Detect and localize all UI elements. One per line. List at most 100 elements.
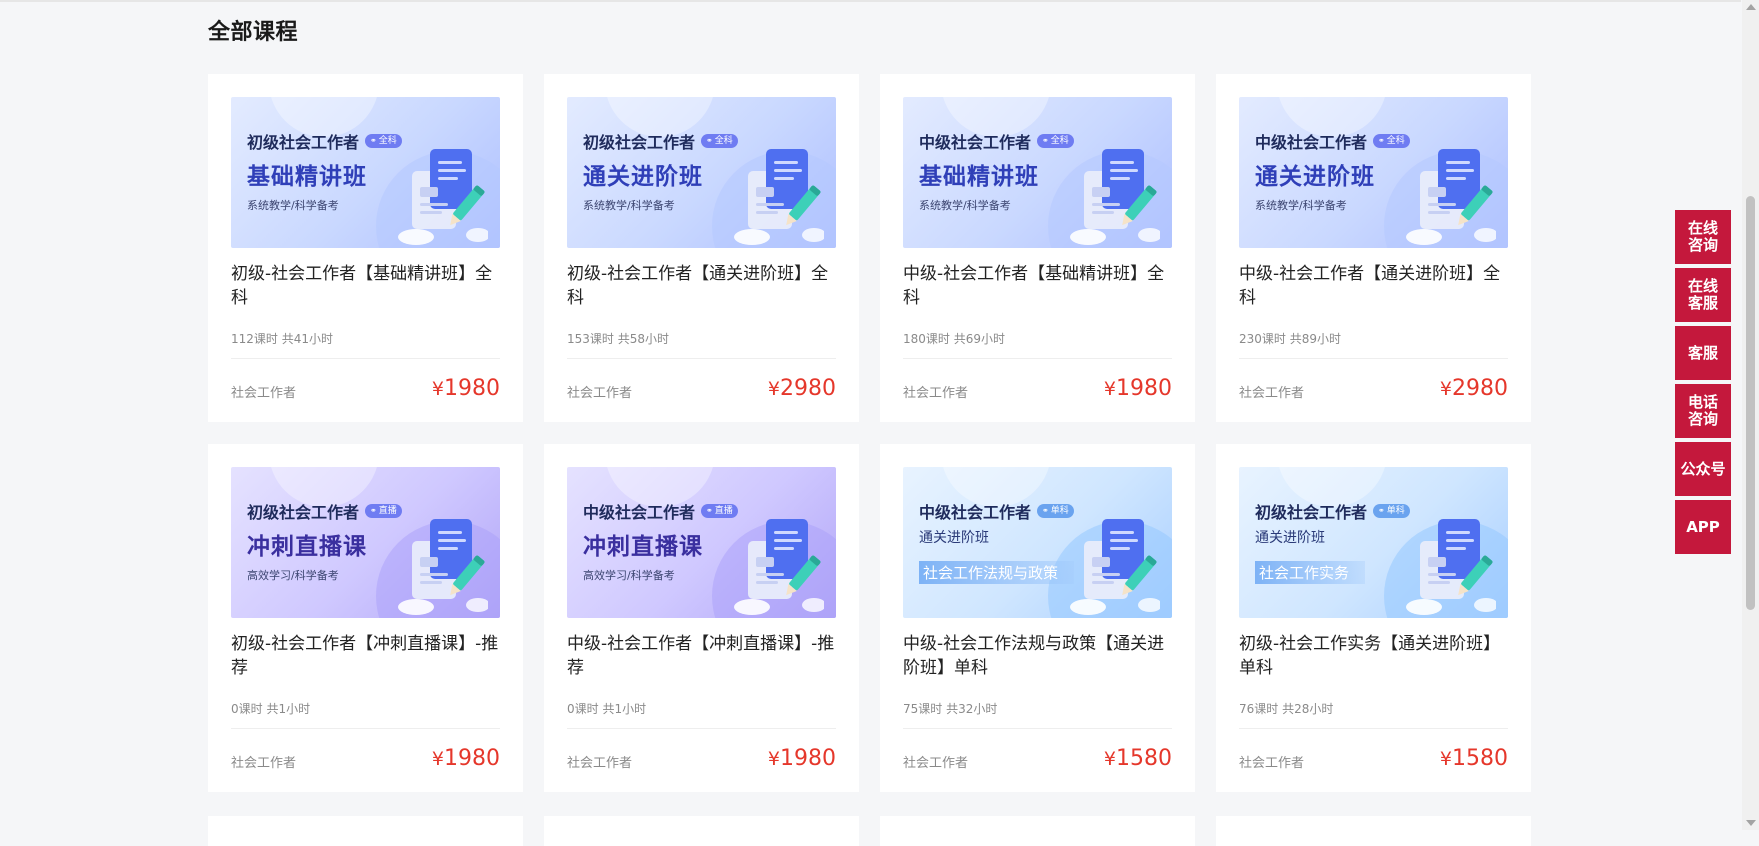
course-card[interactable]: 中级社会工作者 ⚭ 全科 通关进阶班 系统教学/科学备考 中级-社会工作者【通关进…	[1216, 74, 1531, 422]
thumb-slogan: 高效学习/科学备考	[247, 569, 339, 582]
scroll-down-icon[interactable]	[1746, 820, 1756, 826]
phone-consult-button[interactable]: 电话 咨询	[1675, 384, 1731, 438]
course-card[interactable]: 初级社会工作者 ⚭ 全科 基础精讲班 系统教学/科学备考 初级-社会工作者【基础精…	[208, 74, 523, 422]
thumb-tag-text: 单科	[1386, 506, 1405, 516]
thumb-class-name: 基础精讲班	[247, 164, 367, 190]
course-thumbnail[interactable]: 初级社会工作者 ⚭ 全科 通关进阶班 系统教学/科学备考	[567, 97, 836, 248]
thumb-slogan: 系统教学/科学备考	[247, 199, 339, 212]
course-thumbnail[interactable]: 初级社会工作者 ⚭ 单科 通关进阶班 社会工作实务	[1239, 467, 1508, 618]
course-thumbnail[interactable]: 中级社会工作者 ⚭ 直播 冲刺直播课 高效学习/科学备考	[567, 467, 836, 618]
thumb-class-name: 通关进阶班	[1255, 164, 1375, 190]
course-title[interactable]: 中级-社会工作法规与政策【通关进阶班】单科	[903, 632, 1172, 680]
card-divider	[231, 728, 500, 729]
scrollbar[interactable]	[1742, 0, 1759, 830]
document-pen-icon	[1070, 149, 1160, 245]
thumb-level-text: 初级社会工作者	[583, 133, 696, 152]
course-hours: 75课时 共32小时	[903, 702, 998, 716]
thumb-tag: ⚭ 直播	[701, 504, 738, 518]
thumb-tag: ⚭ 全科	[365, 134, 402, 148]
thumb-tag-text: 直播	[714, 506, 733, 516]
card-divider	[231, 358, 500, 359]
app-button[interactable]: APP	[1675, 500, 1731, 554]
course-price: ¥1980	[432, 747, 500, 771]
price-value: 2980	[1452, 376, 1508, 401]
course-thumbnail[interactable]: 初级社会工作者 ⚭ 直播 冲刺直播课 高效学习/科学备考	[231, 467, 500, 618]
course-thumbnail[interactable]: 中级社会工作者 ⚭ 单科 通关进阶班 社会工作法规与政策	[903, 467, 1172, 618]
thumb-class-name: 通关进阶班	[583, 164, 703, 190]
course-title[interactable]: 初级-社会工作者【基础精讲班】全科	[231, 262, 500, 310]
price-value: 1980	[780, 746, 836, 771]
thumb-tag: ⚭ 全科	[1373, 134, 1410, 148]
thumb-tag-text: 单科	[1050, 506, 1069, 516]
course-hours: 153课时 共58小时	[567, 332, 669, 346]
course-price: ¥1580	[1440, 747, 1508, 771]
course-price: ¥1980	[768, 747, 836, 771]
course-category: 社会工作者	[903, 756, 969, 771]
thumb-level: 中级社会工作者 ⚭ 单科	[919, 499, 1074, 523]
course-category: 社会工作者	[567, 386, 633, 401]
course-card[interactable]: 初级社会工作者 ⚭ 直播 冲刺直播课 高效学习/科学备考 初级-社会工作者【冲刺直…	[208, 444, 523, 792]
thumb-subject: 社会工作实务	[1255, 561, 1366, 584]
course-title[interactable]: 中级-社会工作者【冲刺直播课】-推荐	[567, 632, 836, 680]
thumb-level: 中级社会工作者 ⚭ 全科	[919, 129, 1074, 153]
headphone-icon: ⚭	[370, 506, 377, 515]
course-category: 社会工作者	[1239, 756, 1305, 771]
course-price: ¥2980	[1440, 377, 1508, 401]
course-card-partial[interactable]	[1216, 816, 1531, 846]
course-card[interactable]: 中级社会工作者 ⚭ 单科 通关进阶班 社会工作法规与政策 中级-社会工作法规与政策…	[880, 444, 1195, 792]
top-divider	[0, 0, 1741, 2]
price-value: 1980	[1116, 376, 1172, 401]
course-card[interactable]: 中级社会工作者 ⚭ 全科 基础精讲班 系统教学/科学备考 中级-社会工作者【基础精…	[880, 74, 1195, 422]
currency-symbol: ¥	[1103, 748, 1116, 770]
sidebar-button-label: 客服	[1687, 343, 1718, 362]
course-title[interactable]: 中级-社会工作者【基础精讲班】全科	[903, 262, 1172, 310]
course-hours: 0课时 共1小时	[231, 702, 311, 716]
card-divider	[1239, 728, 1508, 729]
thumb-class-name: 冲刺直播课	[247, 534, 367, 560]
course-thumbnail[interactable]: 中级社会工作者 ⚭ 全科 基础精讲班 系统教学/科学备考	[903, 97, 1172, 248]
scroll-up-icon[interactable]	[1746, 4, 1756, 10]
course-card-partial[interactable]	[880, 816, 1195, 846]
headphone-icon: ⚭	[1042, 506, 1049, 515]
scrollbar-thumb[interactable]	[1746, 196, 1755, 610]
headphone-icon: ⚭	[706, 136, 713, 145]
customer-service-button[interactable]: 客服	[1675, 326, 1731, 380]
course-title[interactable]: 初级-社会工作实务【通关进阶班】单科	[1239, 632, 1508, 680]
course-card[interactable]: 中级社会工作者 ⚭ 直播 冲刺直播课 高效学习/科学备考 中级-社会工作者【冲刺直…	[544, 444, 859, 792]
course-card-partial[interactable]	[544, 816, 859, 846]
course-title[interactable]: 初级-社会工作者【通关进阶班】全科	[567, 262, 836, 310]
price-value: 1580	[1116, 746, 1172, 771]
document-pen-icon	[398, 519, 488, 615]
course-category: 社会工作者	[567, 756, 633, 771]
currency-symbol: ¥	[767, 748, 780, 770]
thumb-tag: ⚭ 全科	[1037, 134, 1074, 148]
course-card[interactable]: 初级社会工作者 ⚭ 单科 通关进阶班 社会工作实务 初级-社会工作实务【通关进阶班…	[1216, 444, 1531, 792]
course-title[interactable]: 中级-社会工作者【通关进阶班】全科	[1239, 262, 1508, 310]
course-category: 社会工作者	[1239, 386, 1305, 401]
thumb-tag-text: 全科	[378, 136, 397, 146]
course-card-partial[interactable]	[208, 816, 523, 846]
thumb-tag: ⚭ 单科	[1037, 504, 1074, 518]
thumb-class-name: 通关进阶班	[1255, 530, 1325, 546]
online-consult-button[interactable]: 在线 咨询	[1675, 210, 1731, 264]
thumb-level: 中级社会工作者 ⚭ 全科	[1255, 129, 1410, 153]
price-value: 2980	[780, 376, 836, 401]
official-account-button[interactable]: 公众号	[1675, 442, 1731, 496]
card-footer: 社会工作者 ¥1980	[567, 747, 836, 772]
card-divider	[903, 358, 1172, 359]
card-footer: 社会工作者 ¥1980	[231, 747, 500, 772]
card-divider	[567, 358, 836, 359]
course-card[interactable]: 初级社会工作者 ⚭ 全科 通关进阶班 系统教学/科学备考 初级-社会工作者【通关进…	[544, 74, 859, 422]
thumb-slogan: 系统教学/科学备考	[919, 199, 1011, 212]
course-hours: 112课时 共41小时	[231, 332, 333, 346]
course-thumbnail[interactable]: 初级社会工作者 ⚭ 全科 基础精讲班 系统教学/科学备考	[231, 97, 500, 248]
currency-symbol: ¥	[767, 378, 780, 400]
headphone-icon: ⚭	[1042, 136, 1049, 145]
course-title[interactable]: 初级-社会工作者【冲刺直播课】-推荐	[231, 632, 500, 680]
thumb-level-text: 中级社会工作者	[1255, 133, 1368, 152]
document-pen-icon	[1406, 149, 1496, 245]
thumb-class-name: 基础精讲班	[919, 164, 1039, 190]
thumb-level-text: 初级社会工作者	[247, 503, 360, 522]
online-service-button[interactable]: 在线 客服	[1675, 268, 1731, 322]
course-thumbnail[interactable]: 中级社会工作者 ⚭ 全科 通关进阶班 系统教学/科学备考	[1239, 97, 1508, 248]
